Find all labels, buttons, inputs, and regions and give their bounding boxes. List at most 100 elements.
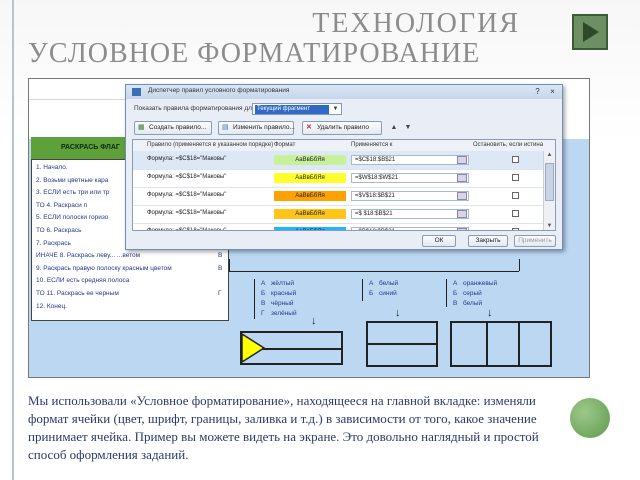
apply-button[interactable]: Применить — [514, 235, 556, 247]
ok-button[interactable]: ОК — [422, 235, 456, 247]
arrow-down-icon: ↓ — [311, 315, 317, 327]
color-letter: Б — [369, 290, 374, 297]
edit-rule-button[interactable]: ▤ Изменить правило... — [218, 121, 295, 135]
algorithm-step: 10. ЕСЛИ есть средняя полоса — [36, 277, 130, 285]
rule-format-preview: АаВвБбЯя — [274, 191, 346, 201]
rule-applies-field[interactable]: =$B$18:$B$21 — [351, 227, 469, 230]
chevron-down-icon[interactable]: ▼ — [331, 105, 340, 113]
rule-row[interactable]: Формула: =$C$18="Маковы" АаВвБбЯя =$V$18:$… — [133, 187, 545, 206]
rule-applies-field[interactable]: =$W$18:$W$21 — [351, 173, 469, 183]
delete-icon: ✕ — [306, 124, 312, 131]
slide: ТЕХНОЛОГИЯ УСЛОВНОЕ ФОРМАТИРОВАНИЕ РАСКР… — [0, 0, 640, 480]
flag-box-1 — [240, 331, 343, 365]
sheet-line — [229, 271, 519, 272]
stop-if-true-checkbox[interactable] — [512, 228, 519, 230]
decorative-circle — [570, 398, 610, 438]
rule-applies-field[interactable]: =$C$18:$B$21 — [351, 155, 469, 165]
algorithm-step: ТО 4. Раскраси п — [36, 201, 88, 209]
algorithm-step: 2. Возьми цветные кара — [36, 176, 109, 184]
color-name: красный — [271, 290, 297, 297]
color-letter: В — [453, 300, 458, 307]
rule-applies-field[interactable]: =$V$18:$B$21 — [351, 191, 469, 201]
close-icon[interactable]: × — [547, 87, 558, 97]
rule-formula: Формула: =$C$18="Маковы" — [147, 174, 227, 180]
color-letter: Б — [453, 290, 458, 297]
delete-rule-label: Удалить правило — [317, 124, 369, 131]
range-select-icon[interactable] — [457, 156, 467, 164]
move-down-icon[interactable]: ▼ — [402, 121, 414, 135]
color-name: белый — [379, 280, 399, 287]
help-button[interactable]: ? — [532, 87, 543, 97]
rule-formula: Формула: =$C$18="Маковы" — [147, 192, 227, 198]
stop-if-true-checkbox[interactable] — [512, 174, 519, 181]
rules-grid: Правило (применяется в указанном порядке… — [132, 139, 556, 231]
color-name: чёрный — [271, 300, 294, 307]
close-button[interactable]: Закрыть — [468, 235, 508, 247]
edit-rule-label: Изменить правило... — [233, 124, 295, 131]
play-triangle-icon — [583, 22, 599, 42]
algorithm-step-letter: В — [218, 264, 223, 272]
range-select-icon[interactable] — [457, 192, 467, 200]
flag-triangle — [242, 333, 266, 363]
range-select-icon[interactable] — [457, 228, 467, 230]
new-rule-icon: ▦ — [138, 124, 145, 131]
arrow-down-icon: ↓ — [395, 307, 401, 319]
arrow-down-icon: ↓ — [487, 307, 493, 319]
rule-row[interactable]: Формула: =$C$18="Маковы" АаВвБбЯя =$C$18:$… — [133, 151, 545, 170]
sheet-line — [254, 279, 255, 319]
move-up-icon[interactable]: ▲ — [388, 121, 400, 135]
color-name: синий — [379, 290, 397, 297]
algorithm-step: ТО 11. Раскрась ее черным — [36, 290, 119, 297]
rule-row[interactable]: Формула: =$C$18="Маковы" АаВвБбЯя =$W$18:$… — [133, 169, 545, 188]
scroll-up-icon[interactable]: ▲ — [545, 151, 554, 160]
algorithm-step: ТО 6. Раскрась — [36, 227, 82, 234]
rule-row[interactable]: Формула: =$C$18="Маковы" АаВвБбЯя =$B$18:$… — [133, 223, 545, 231]
sheet-line — [519, 259, 520, 271]
color-name: белый — [463, 300, 483, 307]
scroll-down-icon[interactable]: ▼ — [545, 222, 554, 230]
flag-box-3 — [450, 321, 552, 367]
show-rules-select[interactable]: Текущий фрагмент ▼ — [252, 103, 342, 115]
col-applies-header: Применяется к — [351, 142, 393, 148]
col-stop-header: Остановить, если истина — [473, 142, 544, 148]
rule-row[interactable]: Формула: =$C$18="Маковы" АаВвБбЯя =$ $18:$… — [133, 205, 545, 224]
delete-rule-button[interactable]: ✕ Удалить правило — [302, 121, 382, 135]
flag-stripe — [518, 323, 520, 365]
next-slide-button[interactable] — [572, 14, 608, 50]
color-name: зелёный — [271, 310, 297, 317]
col-format-header: Формат — [274, 142, 296, 148]
algorithm-step: 7. Раскрась — [36, 239, 71, 247]
conditional-formatting-dialog: Диспетчер правил условного форматировани… — [125, 84, 563, 250]
algorithm-step-letter: В — [218, 252, 223, 260]
scroll-thumb[interactable] — [545, 163, 554, 201]
dialog-titlebar[interactable]: Диспетчер правил условного форматировани… — [126, 85, 562, 99]
rule-format-preview: АаВвБбЯя — [274, 227, 346, 230]
sheet-line — [362, 279, 363, 301]
color-name: серый — [463, 290, 482, 297]
rule-format-preview: АаВвБбЯя — [274, 173, 346, 183]
app-icon — [132, 88, 141, 96]
sheet-line — [229, 259, 230, 271]
color-name: оранжевый — [463, 280, 498, 287]
algorithm-step: 1. Начало. — [36, 164, 68, 171]
new-rule-label: Создать правило... — [149, 124, 207, 131]
rule-format-preview: АаВвБбЯя — [274, 155, 346, 165]
color-letter: А — [453, 280, 458, 287]
rules-scrollbar[interactable]: ▲ ▼ — [543, 151, 555, 230]
color-letter: А — [369, 280, 374, 287]
range-select-icon[interactable] — [457, 210, 467, 218]
new-rule-button[interactable]: ▦ Создать правило... — [134, 121, 212, 135]
sheet-line — [446, 279, 447, 307]
color-letter: Г — [261, 310, 265, 317]
stop-if-true-checkbox[interactable] — [512, 192, 519, 199]
rule-formula: Формула: =$C$18="Маковы" — [147, 228, 227, 231]
color-name: жёлтый — [271, 280, 295, 287]
color-letter: В — [261, 300, 266, 307]
stop-if-true-checkbox[interactable] — [512, 210, 519, 217]
rule-format-preview: АаВвБбЯя — [274, 209, 346, 219]
stop-if-true-checkbox[interactable] — [512, 156, 519, 163]
rule-applies-field[interactable]: =$ $18:$B$21 — [351, 209, 469, 219]
slide-title-line1: ТЕХНОЛОГИЯ — [312, 8, 520, 39]
algorithm-step: 9. Раскрась правую полоску красным цвето… — [36, 264, 172, 272]
range-select-icon[interactable] — [457, 174, 467, 182]
